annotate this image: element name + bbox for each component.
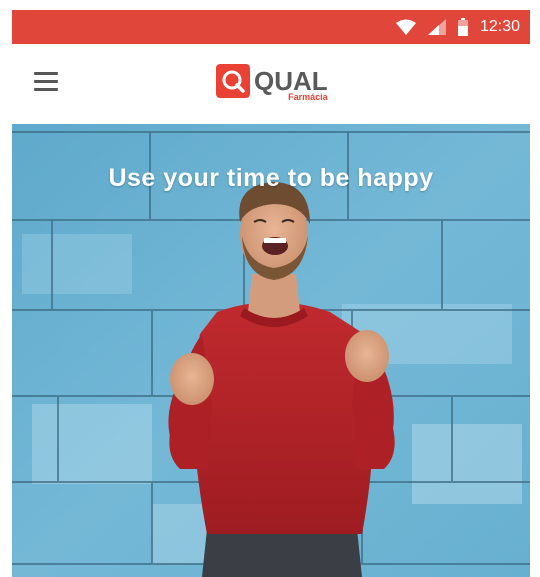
status-bar: 12:30 <box>12 10 530 44</box>
status-time: 12:30 <box>479 18 520 35</box>
wifi-icon <box>395 19 416 35</box>
brand-logo[interactable]: QUAL Farmácia <box>216 64 328 104</box>
cell-signal-icon <box>427 19 446 35</box>
search-q-logo-icon <box>216 64 250 98</box>
battery-icon <box>457 18 468 36</box>
app-bar: QUAL Farmácia <box>12 44 530 124</box>
hero-title: Use your time to be happy <box>108 164 434 192</box>
hamburger-menu-icon[interactable] <box>34 72 60 94</box>
logo-wordmark: QUAL Farmácia <box>254 64 328 104</box>
hero-banner[interactable]: Use your time to be happy <box>12 124 530 577</box>
logo-sub: Farmácia <box>288 92 328 102</box>
